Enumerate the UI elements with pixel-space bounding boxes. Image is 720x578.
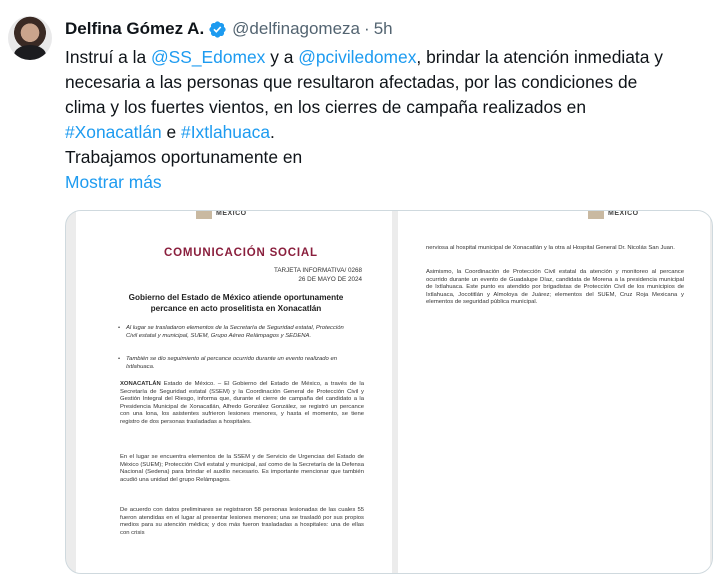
display-name[interactable]: Delfina Gómez A. <box>65 19 204 39</box>
paragraph: nerviosa al hospital municipal de Xonaca… <box>426 245 675 251</box>
mention-link[interactable]: @SS_Edomex <box>151 47 265 67</box>
gov-logo: MÉXICO <box>196 211 247 221</box>
document-heading: Gobierno del Estado de México atiende op… <box>128 293 344 313</box>
text-segment: y a <box>265 47 299 67</box>
logo-mark <box>196 211 212 219</box>
avatar[interactable] <box>8 16 52 60</box>
hashtag-link[interactable]: #Ixtlahuaca <box>181 122 270 142</box>
timestamp[interactable]: 5h <box>374 19 393 39</box>
show-more-link[interactable]: Mostrar más <box>65 170 162 195</box>
tweet-line: Trabajamos oportunamente en <box>65 147 303 167</box>
separator-dot: · <box>364 19 370 38</box>
card-number: TARJETA INFORMATIVA/ 0268 <box>273 267 362 274</box>
document-date: 26 DE MAYO DE 2024 <box>298 276 362 283</box>
paragraph: En el lugar se encuentra elementos de la… <box>120 454 364 483</box>
document-page-right[interactable]: MÉXICO nerviosa al hospital municipal de… <box>398 211 710 573</box>
logo-text: MÉXICO <box>608 210 639 217</box>
logo-mark <box>588 211 604 219</box>
verified-badge-icon[interactable] <box>208 20 227 39</box>
text-segment: e <box>161 122 182 142</box>
tweet-line: Instruí a la @SS_Edomex y a @pciviledome… <box>65 45 715 70</box>
bullet-item: Al lugar se trasladaron elementos de la … <box>118 325 356 340</box>
document-title: COMUNICACIÓN SOCIAL <box>164 247 318 259</box>
tweet-line: clima y los fuertes vientos, en los cier… <box>65 97 587 117</box>
mention-link[interactable]: @pciviledomex <box>298 47 416 67</box>
paragraph: De acuerdo con datos preliminares se reg… <box>120 507 364 536</box>
avatar-shoulders <box>14 45 46 60</box>
text-segment: Instruí a la <box>65 47 152 67</box>
paragraph-text: Estado de México. – El Gobierno del Esta… <box>120 381 364 425</box>
bullet-item: También se dio seguimiento al percance o… <box>118 356 356 371</box>
handle[interactable]: @delfinagomeza <box>232 19 360 39</box>
dateline: XONACATLÁN <box>120 381 161 387</box>
paragraph: XONACATLÁN Estado de México. – El Gobier… <box>120 381 364 427</box>
tweet-header: Delfina Gómez A. @delfinagomeza · 5h <box>65 18 393 40</box>
document-page-left[interactable]: MÉXICO COMUNICACIÓN SOCIAL TARJETA INFOR… <box>76 211 392 573</box>
hashtag-link[interactable]: #Xonacatlán <box>65 122 162 142</box>
text-segment: . <box>270 122 275 142</box>
tweet-text: Instruí a la @SS_Edomex y a @pciviledome… <box>65 45 715 170</box>
tweet-line: necesaria a las personas que resultaron … <box>65 72 638 92</box>
text-segment: , brindar la atención inmediata y <box>416 47 663 67</box>
media-attachment[interactable]: MÉXICO COMUNICACIÓN SOCIAL TARJETA INFOR… <box>65 210 713 574</box>
paragraph: Asimismo, la Coordinación de Protección … <box>426 269 684 306</box>
gov-logo: MÉXICO <box>588 211 639 221</box>
tweet-line: #Xonacatlán e #Ixtlahuaca. <box>65 120 715 145</box>
logo-text: MÉXICO <box>216 210 247 217</box>
